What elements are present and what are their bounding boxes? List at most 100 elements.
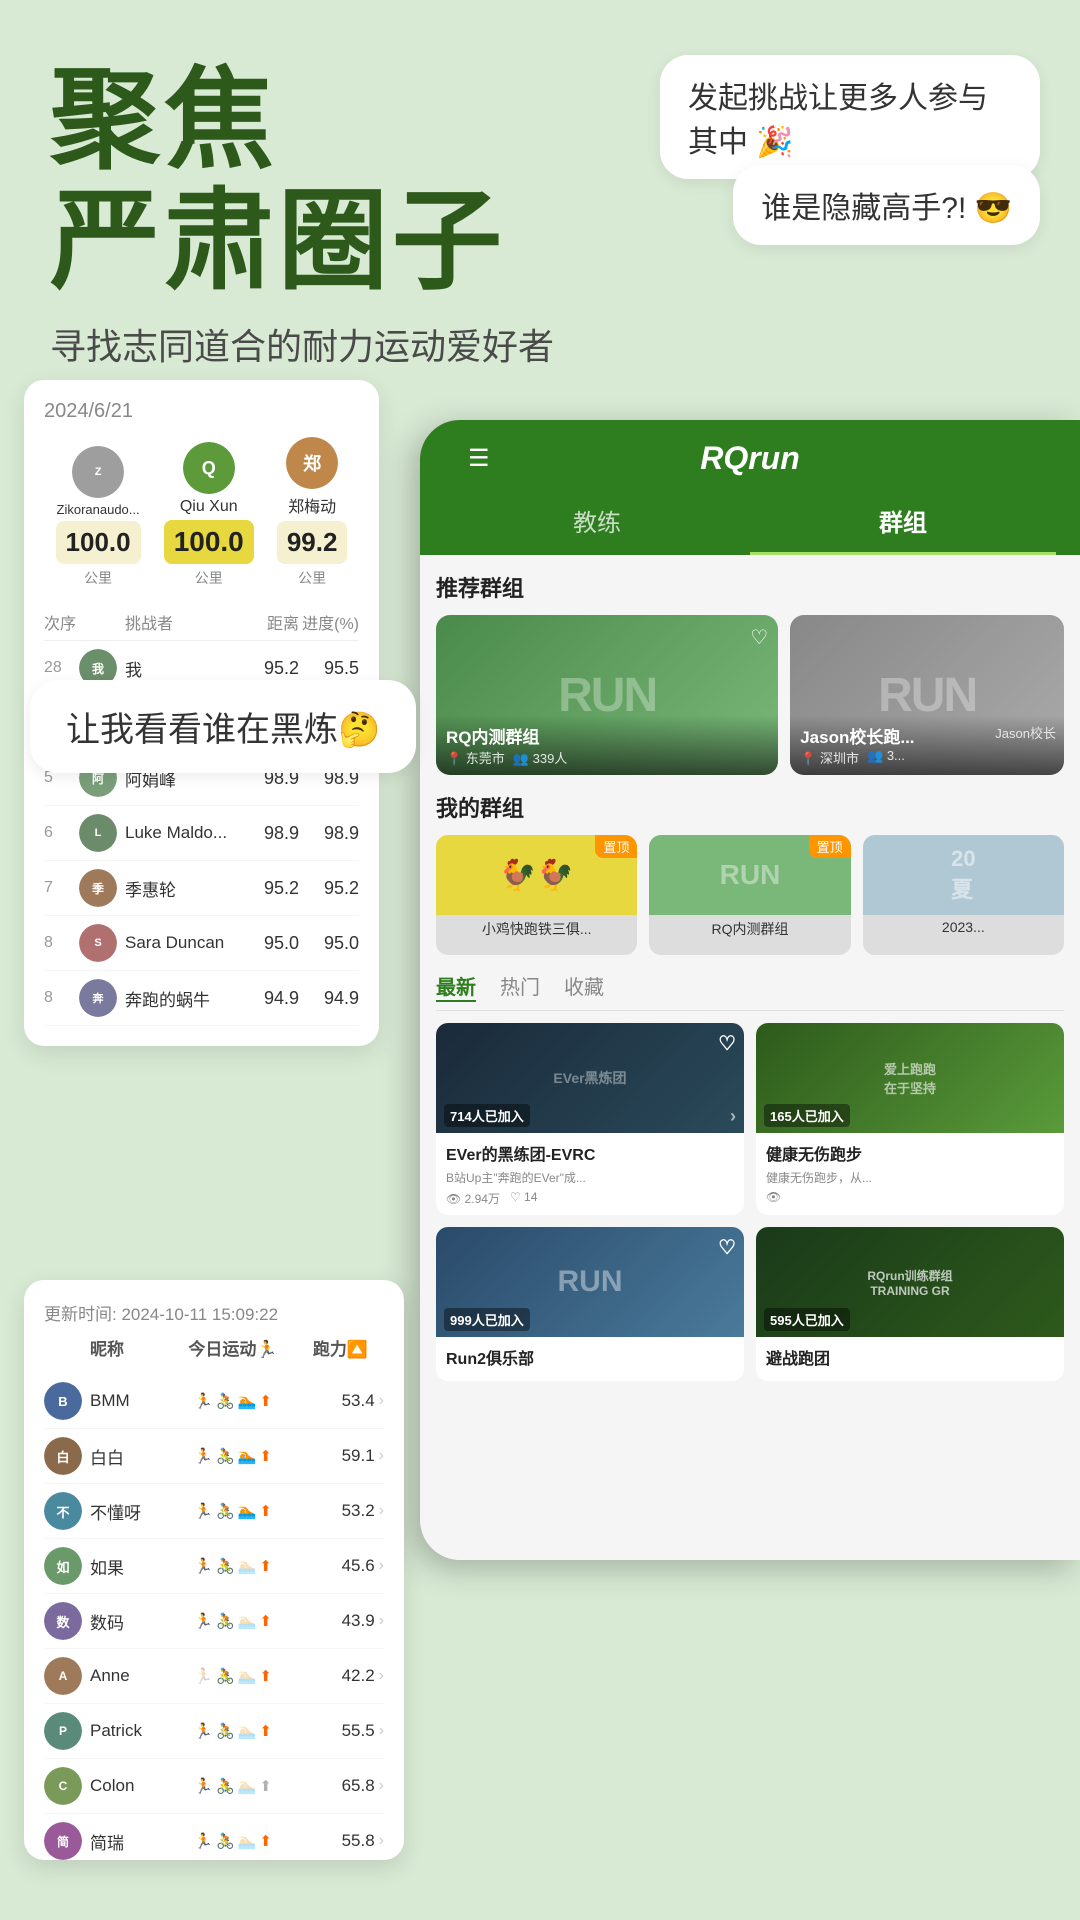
- phone-mockup: ☰ RQrun 教练 群组 推荐群组 RUN ♡ RQ内测群组 📍 东莞市: [420, 420, 1080, 1560]
- top-user-1: Z Zikoranaudo... 100.0 公里: [56, 446, 141, 588]
- view-icon: 👁 2.94万: [446, 1190, 500, 1207]
- top-user-2: Q Qiu Xun 100.0 公里: [164, 442, 254, 588]
- list-item: 简 简瑞 🏃🚴🏊⬆ 55.8 ›: [44, 1814, 384, 1860]
- arrow-icon: ›: [730, 1106, 736, 1127]
- jason-label: Jason校长: [995, 723, 1056, 742]
- list-item: 白 白白 🏃🚴🏊⬆ 59.1 ›: [44, 1429, 384, 1484]
- location2-icon: 📍 深圳市: [800, 748, 859, 767]
- phone-content: 推荐群组 RUN ♡ RQ内测群组 📍 东莞市 👥 339人 RUN: [420, 555, 1080, 1560]
- lb-header: 次序 挑战者 距离 进度(%): [44, 604, 359, 641]
- list-item: B BMM 🏃🚴🏊⬆ 53.4 ›: [44, 1374, 384, 1429]
- activity-header: 昵称 今日运动🏃 跑力🔼: [44, 1335, 384, 1366]
- col-name: 昵称: [90, 1335, 168, 1360]
- healthy-stats: 👁: [766, 1190, 1054, 1204]
- user-shuma: 数码: [90, 1609, 162, 1634]
- members2-count: 👥 3...: [867, 748, 905, 767]
- join-count-ever: 714人已加入: [444, 1104, 530, 1127]
- user-colon: Colon: [90, 1776, 162, 1796]
- top1-name: Zikoranaudo...: [57, 502, 140, 517]
- group-card-info-2: Jason校长 Jason校长跑... 📍 深圳市 👥 3...: [790, 715, 1064, 775]
- members-count: 👥 339人: [513, 748, 568, 767]
- user-budongya: 不懂呀: [90, 1499, 162, 1524]
- community-card-healthy[interactable]: 爱上跑跑在于坚持 165人已加入 健康无伤跑步 健康无伤跑步，从... 👁: [756, 1023, 1064, 1215]
- hamburger-icon[interactable]: ☰: [468, 444, 490, 473]
- hero-subtitle: 寻找志同道合的耐力运动爱好者: [50, 318, 1030, 370]
- healthy-desc: 健康无伤跑步，从...: [766, 1169, 1054, 1186]
- location-icon: 📍 东莞市: [446, 748, 505, 767]
- tab-hot[interactable]: 热门: [500, 971, 540, 1002]
- group-meta: 📍 东莞市 👥 339人: [446, 748, 768, 767]
- pinned-badge-2: 置顶: [809, 835, 851, 858]
- speech-bubble-watch: 让我看看谁在黑炼🤔: [30, 680, 416, 773]
- my-group-chicken[interactable]: 🐓🐓 置顶 小鸡快跑铁三俱...: [436, 835, 637, 955]
- healthy-title: 健康无伤跑步: [766, 1141, 1054, 1165]
- top3-row: Z Zikoranaudo... 100.0 公里 Q Qiu Xun 100.…: [44, 437, 359, 588]
- list-item: 如 如果 🏃🚴🏊⬆ 45.6 ›: [44, 1539, 384, 1594]
- community-card-avoidance[interactable]: RQrun训练群组TRAINING GR 595人已加入 避战跑团: [756, 1227, 1064, 1381]
- my-group-name-2: RQ内测群组: [649, 915, 850, 943]
- group-card-rq[interactable]: RUN ♡ RQ内测群组 📍 东莞市 👥 339人: [436, 615, 778, 775]
- list-item: C Colon 🏃🚴🏊⬆ 65.8 ›: [44, 1759, 384, 1814]
- group-card-jason[interactable]: RUN Jason校长 Jason校长跑... 📍 深圳市 👥 3...: [790, 615, 1064, 775]
- top2-distance: 100.0: [164, 520, 254, 564]
- like-icon: ♡ 14: [510, 1190, 537, 1207]
- top3-distance: 99.2: [277, 521, 348, 564]
- tab-favorites[interactable]: 收藏: [564, 971, 604, 1002]
- tab-group[interactable]: 群组: [750, 489, 1056, 555]
- table-row: 8 S Sara Duncan 95.0 95.0: [44, 916, 359, 971]
- community-row-1: EVer黑炼团 ♡ 714人已加入 › EVer的黑练团-EVRC B站Up主"…: [436, 1023, 1064, 1215]
- avoidance-title: 避战跑团: [766, 1345, 1054, 1369]
- top3-name: 郑梅动: [288, 493, 336, 517]
- top1-distance: 100.0: [56, 521, 141, 564]
- user-jianrui: 简瑞: [90, 1829, 162, 1854]
- table-row: 7 季 季惠轮 95.2 95.2: [44, 861, 359, 916]
- group-meta-2: 📍 深圳市 👥 3...: [800, 748, 1054, 767]
- community-cards: EVer黑炼团 ♡ 714人已加入 › EVer的黑练团-EVRC B站Up主"…: [436, 1023, 1064, 1381]
- phone-top-bar: ☰ RQrun: [444, 440, 1056, 489]
- content-tabs: 最新 热门 收藏: [436, 971, 1064, 1011]
- activity-card: 更新时间: 2024-10-11 15:09:22 昵称 今日运动🏃 跑力🔼 B…: [24, 1280, 404, 1860]
- my-group-name-1: 小鸡快跑铁三俱...: [436, 915, 637, 943]
- tab-coach[interactable]: 教练: [444, 489, 750, 555]
- top2-name: Qiu Xun: [180, 498, 238, 516]
- card-date: 2024/6/21: [44, 400, 359, 423]
- join-count-avoidance: 595人已加入: [764, 1308, 850, 1331]
- list-item: 数 数码 🏃🚴🏊⬆ 43.9 ›: [44, 1594, 384, 1649]
- phone-screen: ☰ RQrun 教练 群组 推荐群组 RUN ♡ RQ内测群组 📍 东莞市: [420, 420, 1080, 1560]
- view-icon-2: 👁: [766, 1190, 781, 1204]
- community-card-run2[interactable]: RUN ♡ 999人已加入 Run2俱乐部: [436, 1227, 744, 1381]
- my-group-2023[interactable]: 20夏 2023...: [863, 835, 1064, 955]
- user-baibai: 白白: [90, 1444, 162, 1469]
- community-card-body-healthy: 健康无伤跑步 健康无伤跑步，从... 👁: [756, 1133, 1064, 1212]
- col-sports: 今日运动🏃: [168, 1335, 298, 1360]
- ever-title: EVer的黑练团-EVRC: [446, 1141, 734, 1165]
- list-item: A Anne 🏃🚴🏊⬆ 42.2 ›: [44, 1649, 384, 1704]
- list-item: 不 不懂呀 🏃🚴🏊⬆ 53.2 ›: [44, 1484, 384, 1539]
- group-name: RQ内测群组: [446, 723, 768, 748]
- community-card-ever[interactable]: EVer黑炼团 ♡ 714人已加入 › EVer的黑练团-EVRC B站Up主"…: [436, 1023, 744, 1215]
- heart-icon-ever[interactable]: ♡: [718, 1031, 736, 1056]
- my-group-rq[interactable]: RUN 置顶 RQ内测群组: [649, 835, 850, 955]
- my-groups-title: 我的群组: [436, 791, 1064, 823]
- recommended-groups-title: 推荐群组: [436, 571, 1064, 603]
- leaderboard-table: 次序 挑战者 距离 进度(%) 28 我 我 95.2 95.5 4 郡 郡玉 …: [44, 604, 359, 1026]
- user-ruguo: 如果: [90, 1554, 162, 1579]
- community-card-body-ever: EVer的黑练团-EVRC B站Up主"奔跑的EVer"成... 👁 2.94万…: [436, 1133, 744, 1215]
- ever-desc: B站Up主"奔跑的EVer"成...: [446, 1169, 734, 1186]
- top-user-3: 郑 郑梅动 99.2 公里: [277, 437, 348, 588]
- col-score: 跑力🔼: [298, 1335, 368, 1360]
- table-row: 6 L Luke Maldo... 98.9 98.9: [44, 806, 359, 861]
- run2-title: Run2俱乐部: [446, 1345, 734, 1369]
- phone-tab-row: 教练 群组: [444, 489, 1056, 555]
- join-count-healthy: 165人已加入: [764, 1104, 850, 1127]
- my-group-name-3: 2023...: [863, 915, 1064, 939]
- app-name: RQrun: [700, 440, 800, 477]
- heart-icon[interactable]: ♡: [750, 625, 768, 650]
- community-card-body-avoid: 避战跑团: [756, 1337, 1064, 1381]
- tab-latest[interactable]: 最新: [436, 971, 476, 1002]
- join-count-run2: 999人已加入: [444, 1308, 530, 1331]
- heart-icon-run2[interactable]: ♡: [718, 1235, 736, 1260]
- ever-stats: 👁 2.94万 ♡ 14: [446, 1190, 734, 1207]
- list-item: P Patrick 🏃🚴🏊⬆ 55.5 ›: [44, 1704, 384, 1759]
- community-card-body-run2: Run2俱乐部: [436, 1337, 744, 1381]
